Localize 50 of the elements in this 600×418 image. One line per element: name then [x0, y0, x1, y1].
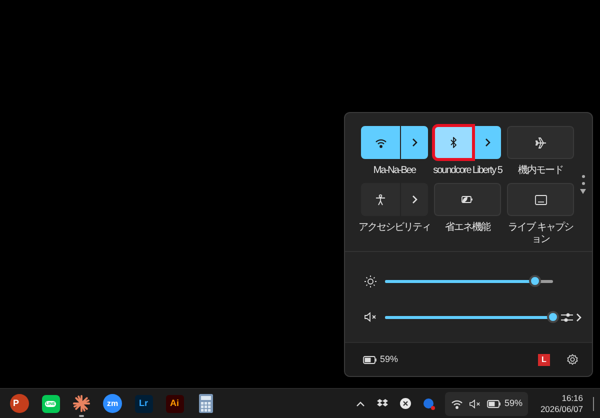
- accessibility-icon: [375, 194, 386, 206]
- tray-status-button[interactable]: 59%: [445, 392, 528, 416]
- expand-button[interactable]: [474, 126, 501, 159]
- chevron-icon: [412, 195, 418, 204]
- tile-label: ライブ キャプション: [507, 222, 574, 246]
- battery-percent: 59%: [504, 396, 522, 410]
- brightness-icon: [364, 274, 376, 288]
- wifi-icon: [374, 138, 386, 148]
- tile-label: Ma-Na-Bee: [373, 165, 416, 177]
- battery-leaf-icon: [461, 195, 474, 204]
- audio-output-button[interactable]: [561, 312, 582, 322]
- battery-icon: [487, 400, 502, 408]
- account-badge[interactable]: L: [538, 354, 550, 366]
- chevron-icon: [484, 138, 490, 147]
- down-arrow-icon[interactable]: [580, 189, 586, 194]
- show-desktop-divider[interactable]: [593, 396, 594, 410]
- chevron-icon: [412, 138, 418, 147]
- toggle-button[interactable]: [361, 126, 400, 159]
- chevron-icon: [576, 312, 582, 322]
- airplane-icon: [534, 136, 546, 148]
- settings-icon[interactable]: [567, 354, 578, 365]
- captions-icon: [534, 194, 546, 204]
- speaker-muted-icon: [469, 398, 482, 408]
- battery-icon: [363, 356, 377, 364]
- close-circle-icon[interactable]: [400, 398, 412, 409]
- starburst-icon: [72, 394, 91, 413]
- toggle-button[interactable]: [507, 183, 574, 216]
- calculator-icon: [198, 394, 212, 413]
- slider-thumb[interactable]: [547, 311, 559, 323]
- speaker-muted-icon[interactable]: [364, 312, 376, 322]
- clock-time: 16:16: [562, 392, 583, 404]
- wifi-icon: [451, 398, 464, 408]
- toggle-button[interactable]: [361, 183, 400, 216]
- running-indicator: [79, 414, 84, 416]
- tray-app-icon[interactable]: [423, 398, 436, 410]
- sliders-icon: [561, 312, 573, 322]
- boxes-icon[interactable]: [377, 399, 388, 408]
- bluetooth-icon: [450, 137, 458, 148]
- battery-percent: 59%: [380, 352, 398, 366]
- tile-label: アクセシビリティ: [358, 222, 430, 234]
- chevron-up-icon[interactable]: [356, 400, 366, 406]
- toggle-button[interactable]: [507, 126, 574, 159]
- tile-label: soundcore Liberty 5: [433, 165, 502, 177]
- toggle-button[interactable]: [434, 126, 473, 159]
- clock-button[interactable]: 16:16 2026/06/07: [536, 392, 587, 414]
- slider-thumb[interactable]: [528, 275, 541, 287]
- clock-date: 2026/06/07: [540, 404, 583, 414]
- toggle-button[interactable]: [434, 183, 501, 216]
- tile-label: 機内モード: [518, 165, 563, 177]
- tile-label: 省エネ機能: [445, 222, 490, 234]
